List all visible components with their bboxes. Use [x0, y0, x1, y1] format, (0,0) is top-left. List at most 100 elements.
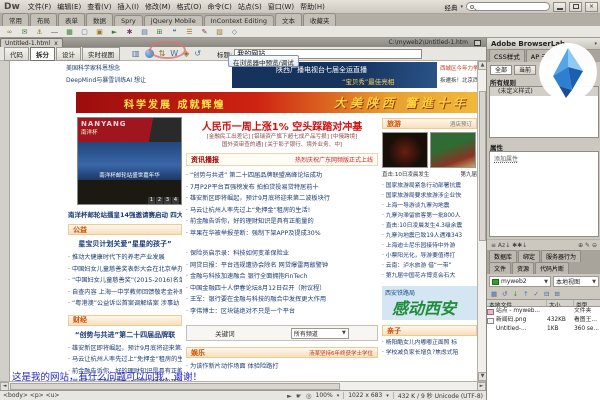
- typed-body-text[interactable]: 这是我的网站，有什么问题可以问我，谢谢！: [12, 369, 202, 381]
- expand-icon[interactable]: ⊞: [554, 290, 559, 298]
- menu-item[interactable]: 编辑(E): [54, 2, 84, 12]
- insert-icon[interactable]: ►: [109, 27, 120, 37]
- news-link[interactable]: 国家旅游局紧急行动部署抗震: [382, 181, 477, 191]
- pager-dot[interactable]: 1: [148, 197, 155, 204]
- news-link[interactable]: 网贷日报：平台违规遭协会除名 网贷爆雷两敲警钟: [186, 260, 378, 272]
- sort-icons[interactable]: ≡ Az↓ ✱✱↓: [491, 242, 527, 249]
- add-property-link[interactable]: 添加属性: [490, 152, 598, 163]
- select-tool-icon[interactable]: ►: [287, 392, 292, 400]
- css-properties-box[interactable]: 添加属性: [489, 151, 599, 237]
- news-link[interactable]: 云南：泸水旅游 借“一带”: [382, 261, 477, 271]
- file-management-icon[interactable]: ⇅: [159, 49, 166, 58]
- panel-tab[interactable]: 文件: [489, 262, 511, 274]
- thumbnail-image[interactable]: [430, 132, 476, 168]
- put-files-icon[interactable]: ↑: [523, 290, 528, 298]
- news-link[interactable]: 九寨沟滞留旅客第一批800人: [382, 211, 477, 221]
- news-link[interactable]: 直击:10日凌晨发生4.3级余震: [382, 221, 477, 231]
- w3c-validation-icon[interactable]: W: [170, 49, 178, 58]
- panel-tab[interactable]: 资源: [512, 262, 534, 274]
- close-button[interactable]: ×: [585, 2, 598, 12]
- multiscreen-icon[interactable]: ▥: [132, 49, 140, 58]
- section-lead-link[interactable]: “创势与共进”第二十四届品牌联: [68, 330, 182, 340]
- menu-item[interactable]: 格式(O): [174, 2, 205, 12]
- news-link[interactable]: 上海一导游谈九寨沟地震: [382, 201, 477, 211]
- vertical-scrollbar[interactable]: ▲ ▼: [477, 61, 486, 381]
- view-button[interactable]: 设计: [56, 47, 81, 61]
- news-link[interactable]: 学校减负家长增负?焦虑式陪: [382, 348, 477, 358]
- pager-dot[interactable]: 4: [172, 197, 179, 204]
- view-button[interactable]: 实时视图: [82, 47, 120, 61]
- section-title[interactable]: 财经: [73, 315, 87, 325]
- menu-item[interactable]: 命令(C): [204, 2, 234, 12]
- ticker-link[interactable]: DeepMind与暴雪训练AI 想让: [66, 75, 234, 87]
- zoom-tool-icon[interactable]: ◎: [306, 392, 312, 400]
- panel-tab[interactable]: 数据库: [489, 250, 517, 262]
- view-button[interactable]: 拆分: [30, 47, 55, 61]
- current-button[interactable]: 当前: [514, 65, 536, 75]
- news-link[interactable]: 7月P2P平台百强榜发布 拍拍贷投易贷特居前十: [186, 182, 378, 194]
- news-link[interactable]: 国家旅游局要求旅游涉企业快: [382, 191, 477, 201]
- insert-tab[interactable]: 表单: [58, 13, 85, 26]
- news-link[interactable]: 中国金融四十人伊春论坛8月12日召开（附议程）: [186, 283, 378, 295]
- channel-select[interactable]: 所有频道 ▼: [291, 328, 349, 339]
- window-size[interactable]: 1022 x 683: [348, 392, 382, 399]
- broadcast-marquee[interactable]: 热烈庆祝广东网频版正式上线: [295, 155, 373, 164]
- file-row[interactable]: 站点 - myweb... 文件夹: [487, 307, 600, 316]
- news-link[interactable]: 九寨沟地震已致19人遇难343: [382, 231, 477, 241]
- menu-item[interactable]: 修改(M): [142, 2, 174, 12]
- section-title[interactable]: 公益: [73, 225, 87, 235]
- news-link[interactable]: “创势与共进” 第二十四届品牌联盟高峰论坛成功: [186, 170, 378, 182]
- get-files-icon[interactable]: ↓: [513, 290, 518, 298]
- view-select[interactable]: 本地视图 ▼: [553, 276, 599, 287]
- document-tab-close-icon[interactable]: x: [54, 40, 58, 47]
- view-button[interactable]: 代码: [4, 47, 29, 61]
- news-link[interactable]: 小票阳光化，导游要值得打: [382, 251, 477, 261]
- insert-icon[interactable]: ⚓: [34, 27, 45, 37]
- news-link[interactable]: 前金融告诉你，好的理财知识是具有正能量的: [186, 216, 378, 228]
- menu-item[interactable]: 站点(S): [235, 2, 265, 12]
- railway-ad-image[interactable]: 西安铁路局 感动西安: [382, 286, 477, 320]
- ticker-link[interactable]: 拆遷拆！北京西城区今年力争: [440, 75, 477, 87]
- menu-item[interactable]: 帮助(H): [297, 2, 328, 12]
- insert-tab[interactable]: jQuery Mobile: [144, 15, 203, 26]
- section-right-link[interactable]: 汤某坚持6年终获学士学位: [309, 349, 373, 357]
- search-input[interactable]: [466, 2, 550, 11]
- insert-icon[interactable]: ▦: [64, 27, 75, 37]
- insert-tab[interactable]: Spry: [114, 15, 143, 26]
- panel-tab[interactable]: 服务器行为: [541, 250, 581, 262]
- insert-tab[interactable]: 布局: [30, 13, 57, 26]
- menu-item[interactable]: 插入(I): [114, 2, 142, 12]
- main-headline-link[interactable]: 人民币一周上涨1% 空头踩踏对冲基: [186, 118, 378, 133]
- page-canvas[interactable]: 美国科学家科恩想念DeepMind与暴雪训练AI 想让 陕西广播电视台七届全运直…: [10, 61, 477, 381]
- connect-icon[interactable]: ▦: [491, 290, 497, 298]
- sub-link[interactable]: [金融民工出差记] [铝瑞资产旗下超七成产品亏损] [中俄跨境]: [186, 133, 378, 141]
- thumbnail-image[interactable]: [382, 132, 428, 168]
- visual-aids-icon[interactable]: ◈: [183, 49, 189, 58]
- red-banner-image[interactable]: 科学发展 成就辉煌 大美陕西 奮進十年: [76, 92, 477, 113]
- scrollbar-thumb[interactable]: [479, 91, 486, 241]
- insert-icon[interactable]: ✱: [124, 27, 135, 37]
- news-link[interactable]: 李伟博士：区块链绝对不只是一个平台: [186, 306, 378, 318]
- insert-icon[interactable]: ∞: [4, 27, 15, 37]
- caption-link[interactable]: 直击:10日凌晨发生: [382, 170, 429, 178]
- checkout-icon[interactable]: ✓: [534, 290, 539, 298]
- section-title[interactable]: 娱乐: [191, 348, 205, 358]
- panel-tab[interactable]: 绑定: [518, 250, 540, 262]
- horizontal-scrollbar[interactable]: ◄ ►: [0, 381, 486, 390]
- refresh-icon[interactable]: ↺: [502, 290, 507, 298]
- sub-link[interactable]: 国外资审查的通] [关于影子银行、境外业务、中]: [186, 141, 378, 149]
- news-link[interactable]: 苹果在华被举报垄断：强制下架APP及提成30%: [186, 228, 378, 240]
- restore-button[interactable]: [569, 2, 582, 12]
- menu-item[interactable]: 窗口(W): [265, 2, 297, 12]
- file-row[interactable]: 新闻码.png 432KB 看图王...: [487, 316, 600, 325]
- insert-icon[interactable]: ☰: [184, 27, 195, 37]
- news-link[interactable]: 自查内容 上海一中学教师回馈敬老金补助: [68, 287, 182, 299]
- insert-icon[interactable]: ⊞: [154, 27, 165, 37]
- news-link[interactable]: 推动大健康时代下的养老产业发展: [68, 252, 182, 264]
- scrollbar-thumb[interactable]: [10, 383, 340, 390]
- news-link[interactable]: 金融与科技加速融合 银行全面拥抱FinTech: [186, 271, 378, 283]
- insert-icon[interactable]: ✎: [199, 27, 210, 37]
- news-link[interactable]: 王军：银行要在金融与科技的融合中发挥更大作用: [186, 294, 378, 306]
- news-link[interactable]: 中国妇女儿童慈善奖表彰大会在北京举办: [68, 264, 182, 276]
- pager-dot[interactable]: 3: [164, 197, 171, 204]
